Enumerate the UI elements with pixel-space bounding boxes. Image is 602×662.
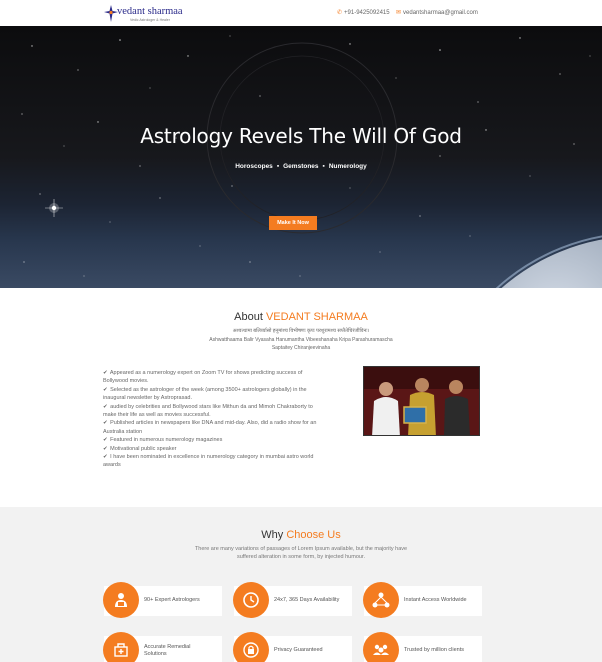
feature-label: Privacy Guaranteed	[274, 647, 323, 653]
hero-banner: Astrology Revels The Will Of God Horosco…	[0, 26, 602, 288]
list-item: ✔ Appeared as a numerology expert on Zoo…	[103, 370, 303, 376]
feature-privacy[interactable]: Privacy Guaranteed	[233, 632, 352, 662]
list-item: ✔ Selected as the astrologer of the week…	[103, 386, 307, 393]
check-icon: ✔	[103, 445, 108, 452]
feature-label: 24x7, 365 Days Availability	[274, 597, 340, 603]
clock-icon	[233, 582, 269, 618]
list-item: ✔ Motivational public speaker	[103, 445, 177, 452]
why-choose-us-section: Why Choose Us There are many variations …	[0, 507, 602, 662]
about-title-name: VEDANT SHARMAA	[265, 311, 368, 323]
list-item: ✔ audied by celebrities and Bollywood st…	[103, 403, 313, 410]
check-icon: ✔	[103, 437, 108, 444]
feature-label: Accurate Remedial Solutions	[144, 644, 191, 657]
astrologer-icon	[103, 582, 139, 618]
list-item: ✔ I have been nominated in excellence in…	[103, 454, 314, 461]
list-item: Bollywood movies.	[103, 378, 149, 385]
feature-label: 90+ Expert Astrologers	[144, 597, 200, 603]
check-icon: ✔	[103, 420, 108, 427]
phone-contact[interactable]: ✆ +91-9425092415	[337, 9, 390, 16]
feature-label: Trusted by million clients	[404, 647, 465, 653]
bright-star	[45, 199, 63, 217]
space-background	[21, 35, 602, 288]
list-item: Australia station	[103, 428, 143, 435]
feature-label: Instant Access Worldwide	[404, 597, 467, 603]
mantra-transliteration: Ashwatthaama Balir Vyasaha Hanumantha Vi…	[209, 337, 393, 343]
top-bar: vedant sharmaa Vedic Astrologer & Healer…	[0, 0, 602, 26]
remedy-icon	[103, 632, 139, 662]
phone-icon: ✆	[337, 10, 343, 16]
feature-expert-astrologers[interactable]: 90+ Expert Astrologers	[103, 582, 222, 618]
check-icon: ✔	[103, 386, 108, 393]
privacy-icon	[233, 632, 269, 662]
feature-instant-access[interactable]: Instant Access Worldwide	[363, 582, 482, 618]
logo-star-icon	[104, 5, 118, 22]
why-description-end: suffered alteration in some form, by inj…	[237, 554, 365, 560]
mantra-transliteration-end: Saptaitey Chiranjeevinaha	[271, 345, 331, 351]
email-contact[interactable]: ✉ vedantsharmaa@gmail.com	[396, 9, 478, 16]
phone-number: +91-9425092415	[344, 10, 390, 16]
service-horoscopes: Horoscopes	[235, 163, 273, 170]
award-photo	[363, 366, 480, 436]
why-title-prefix: Why	[261, 529, 284, 541]
logo-tagline: Vedic Astrologer & Healer	[130, 18, 170, 22]
check-icon: ✔	[103, 370, 108, 376]
logo[interactable]: vedant sharmaa Vedic Astrologer & Healer	[104, 5, 184, 23]
why-description: There are many variations of passages of…	[194, 546, 408, 552]
feature-remedial-solutions[interactable]: Accurate Remedial Solutions	[103, 632, 222, 662]
check-icon: ✔	[103, 403, 108, 410]
service-gemstones: Gemstones	[283, 163, 319, 170]
hero-services: Horoscopes ▪ Gemstones ▪ Numerology	[0, 163, 602, 170]
separator-dot: ▪	[276, 163, 280, 170]
separator-dot: ▪	[322, 163, 325, 170]
award-photo-illustration	[364, 367, 479, 435]
feature-trusted-clients[interactable]: Trusted by million clients	[363, 632, 482, 662]
why-title: Why Choose Us	[0, 529, 602, 541]
list-item: inaugural newsletter by Astroprasad.	[103, 395, 192, 402]
achievements-list: ✔ Appeared as a numerology expert on Zoo…	[103, 369, 351, 470]
feature-availability[interactable]: 24x7, 365 Days Availability	[233, 582, 352, 618]
clients-icon	[363, 632, 399, 662]
list-item: make their life as well as movies succes…	[103, 412, 211, 419]
make-it-now-button[interactable]: Make It Now	[269, 216, 317, 230]
about-title-prefix: About	[234, 311, 263, 323]
mantra-sanskrit: अश्वत्थामा बलिर्व्यासो हनूमांश्च विभीषणः…	[232, 328, 370, 334]
envelope-icon: ✉	[396, 10, 402, 16]
hero-title: Astrology Revels The Will Of God	[140, 124, 462, 148]
list-item: ✔ Published articles in newspapers like …	[103, 420, 317, 427]
email-address: vedantsharmaa@gmail.com	[403, 10, 478, 16]
logo-name: vedant sharmaa	[117, 6, 183, 17]
list-item: ✔ Featured in numerous numerology magazi…	[103, 437, 223, 444]
network-icon	[363, 582, 399, 618]
about-title: About VEDANT SHARMAA	[0, 311, 602, 323]
list-item: awards	[103, 462, 121, 469]
why-title-accent: Choose Us	[286, 529, 341, 541]
check-icon: ✔	[103, 454, 108, 461]
service-numerology: Numerology	[328, 163, 367, 170]
